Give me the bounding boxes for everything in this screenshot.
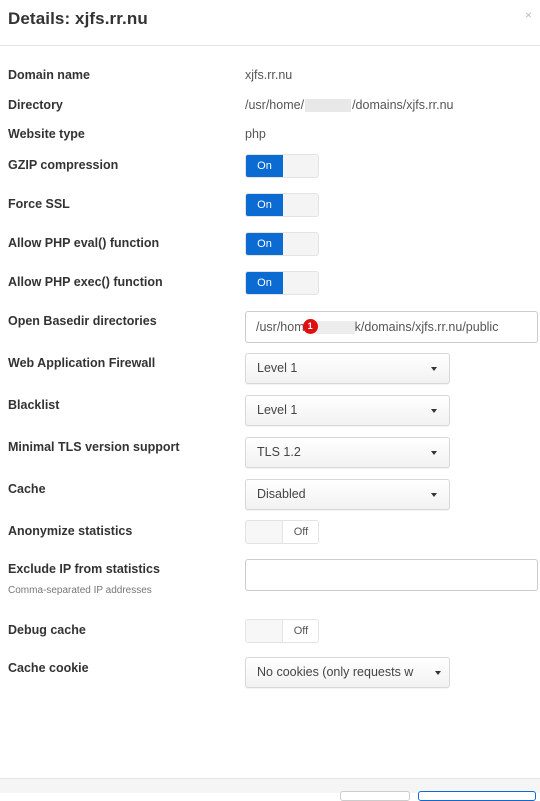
- website-type-label: Website type: [8, 127, 85, 141]
- tls-select[interactable]: TLS 1.2: [245, 437, 450, 468]
- anonymize-toggle[interactable]: Off: [245, 520, 319, 544]
- domain-name-value: xjfs.rr.nu: [245, 68, 293, 82]
- toggle-knob: [283, 272, 318, 294]
- toggle-knob: [246, 521, 283, 543]
- tls-selected: TLS 1.2: [257, 445, 301, 459]
- php-eval-toggle[interactable]: On: [245, 232, 319, 256]
- open-basedir-prefix: /usr/hom: [256, 320, 305, 334]
- redacted-block: [305, 99, 352, 113]
- caret-down-icon: [431, 451, 437, 455]
- website-type-value: php: [245, 127, 266, 141]
- blacklist-label: Blacklist: [8, 398, 60, 412]
- blacklist-select[interactable]: Level 1: [245, 395, 450, 426]
- php-exec-toggle-state: On: [246, 272, 283, 294]
- tls-label: Minimal TLS version support: [8, 440, 180, 454]
- gzip-toggle-state: On: [246, 155, 283, 177]
- blacklist-selected: Level 1: [257, 403, 298, 417]
- toggle-knob: [246, 620, 283, 642]
- modal-title: Details: xjfs.rr.nu: [8, 9, 148, 28]
- debug-cache-toggle[interactable]: Off: [245, 619, 319, 643]
- directory-value-suffix: /domains/xjfs.rr.nu: [352, 98, 454, 112]
- debug-cache-label: Debug cache: [8, 623, 86, 637]
- cache-cookie-select[interactable]: No cookies (only requests w: [245, 657, 450, 688]
- force-ssl-label: Force SSL: [8, 197, 70, 211]
- modal-header: Details: xjfs.rr.nu ×: [0, 0, 540, 46]
- gzip-toggle[interactable]: On: [245, 154, 319, 178]
- modal-footer: [0, 778, 540, 801]
- toggle-knob: [283, 233, 318, 255]
- php-eval-toggle-state: On: [246, 233, 283, 255]
- open-basedir-input[interactable]: /usr/hom 1 k/domains/xjfs.rr.nu/public: [245, 311, 538, 343]
- cache-selected: Disabled: [257, 487, 306, 501]
- anonymize-toggle-state: Off: [283, 521, 318, 543]
- php-exec-label: Allow PHP exec() function: [8, 275, 163, 289]
- caret-down-icon: [431, 493, 437, 497]
- cache-select[interactable]: Disabled: [245, 479, 450, 510]
- exclude-ip-label: Exclude IP from statistics: [8, 562, 160, 576]
- directory-value: /usr/home/ /domains/xjfs.rr.nu: [245, 98, 454, 113]
- exclude-ip-input[interactable]: [245, 559, 538, 591]
- directory-value-prefix: /usr/home/: [245, 98, 305, 112]
- open-basedir-label: Open Basedir directories: [8, 314, 157, 328]
- exclude-ip-help: Comma-separated IP addresses: [8, 585, 152, 596]
- annotation-badge: 1: [302, 319, 318, 335]
- close-icon[interactable]: ×: [525, 8, 532, 22]
- toggle-knob: [283, 155, 318, 177]
- debug-cache-toggle-state: Off: [283, 620, 318, 642]
- caret-down-icon: [435, 671, 441, 675]
- cache-cookie-label: Cache cookie: [8, 661, 89, 675]
- caret-down-icon: [431, 367, 437, 371]
- php-eval-label: Allow PHP eval() function: [8, 236, 160, 250]
- toggle-knob: [283, 194, 318, 216]
- cache-label: Cache: [8, 482, 46, 496]
- force-ssl-toggle-state: On: [246, 194, 283, 216]
- caret-down-icon: [431, 409, 437, 413]
- anonymize-label: Anonymize statistics: [8, 524, 133, 538]
- directory-label: Directory: [8, 98, 63, 112]
- open-basedir-suffix: k/domains/xjfs.rr.nu/public: [354, 320, 499, 334]
- waf-label: Web Application Firewall: [8, 356, 156, 370]
- force-ssl-toggle[interactable]: On: [245, 193, 319, 217]
- gzip-label: GZIP compression: [8, 158, 119, 172]
- redacted-block: [314, 321, 355, 335]
- cache-cookie-selected: No cookies (only requests w: [257, 665, 414, 679]
- domain-name-label: Domain name: [8, 68, 90, 82]
- php-exec-toggle[interactable]: On: [245, 271, 319, 295]
- waf-select[interactable]: Level 1: [245, 353, 450, 384]
- waf-selected: Level 1: [257, 361, 298, 375]
